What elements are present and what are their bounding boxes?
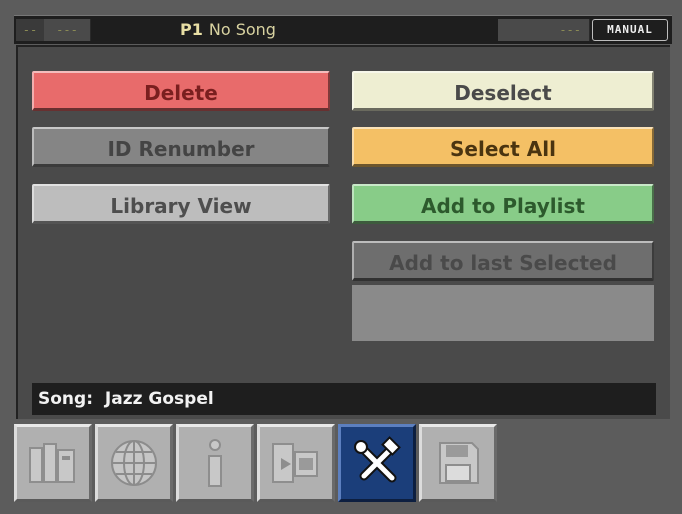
selected-song-bar: Song: Jazz Gospel xyxy=(32,383,656,415)
tools-tool-button[interactable] xyxy=(338,424,416,502)
library-tool-button[interactable] xyxy=(14,424,92,502)
add-to-playlist-button[interactable]: Add to Playlist xyxy=(352,184,654,224)
current-song-name: No Song xyxy=(208,20,276,39)
mode-badge[interactable]: MANUAL xyxy=(592,19,668,41)
library-icon xyxy=(29,443,75,483)
selected-song-label: Song: xyxy=(38,389,93,409)
action-panel: Delete ID Renumber Library View Deselect… xyxy=(16,45,670,419)
current-song-title: P1 No Song xyxy=(180,19,276,41)
delete-button[interactable]: Delete xyxy=(32,71,330,111)
deselect-button[interactable]: Deselect xyxy=(352,71,654,111)
app-window: -- --- P1 No Song --- MANUAL Delete ID Re… xyxy=(0,0,682,514)
info-tool-button[interactable] xyxy=(176,424,254,502)
program-number: P1 xyxy=(180,20,203,39)
status-segment-a: -- xyxy=(16,19,45,41)
transfer-icon xyxy=(272,443,318,483)
status-segment-d: --- xyxy=(498,19,590,41)
add-to-last-selected-button[interactable]: Add to last Selected xyxy=(352,241,654,281)
id-renumber-button[interactable]: ID Renumber xyxy=(32,127,330,167)
library-view-button[interactable]: Library View xyxy=(32,184,330,224)
save-icon xyxy=(439,442,479,484)
tools-icon xyxy=(354,436,401,483)
status-segment-b: --- xyxy=(44,19,91,41)
select-all-button[interactable]: Select All xyxy=(352,127,654,167)
info-box xyxy=(352,285,654,341)
globe-tool-button[interactable] xyxy=(95,424,173,502)
status-bar: -- --- P1 No Song --- MANUAL xyxy=(14,15,672,44)
info-icon xyxy=(208,439,222,487)
save-tool-button[interactable] xyxy=(419,424,497,502)
globe-icon xyxy=(111,440,157,486)
transfer-tool-button[interactable] xyxy=(257,424,335,502)
selected-song-value: Jazz Gospel xyxy=(104,389,214,409)
